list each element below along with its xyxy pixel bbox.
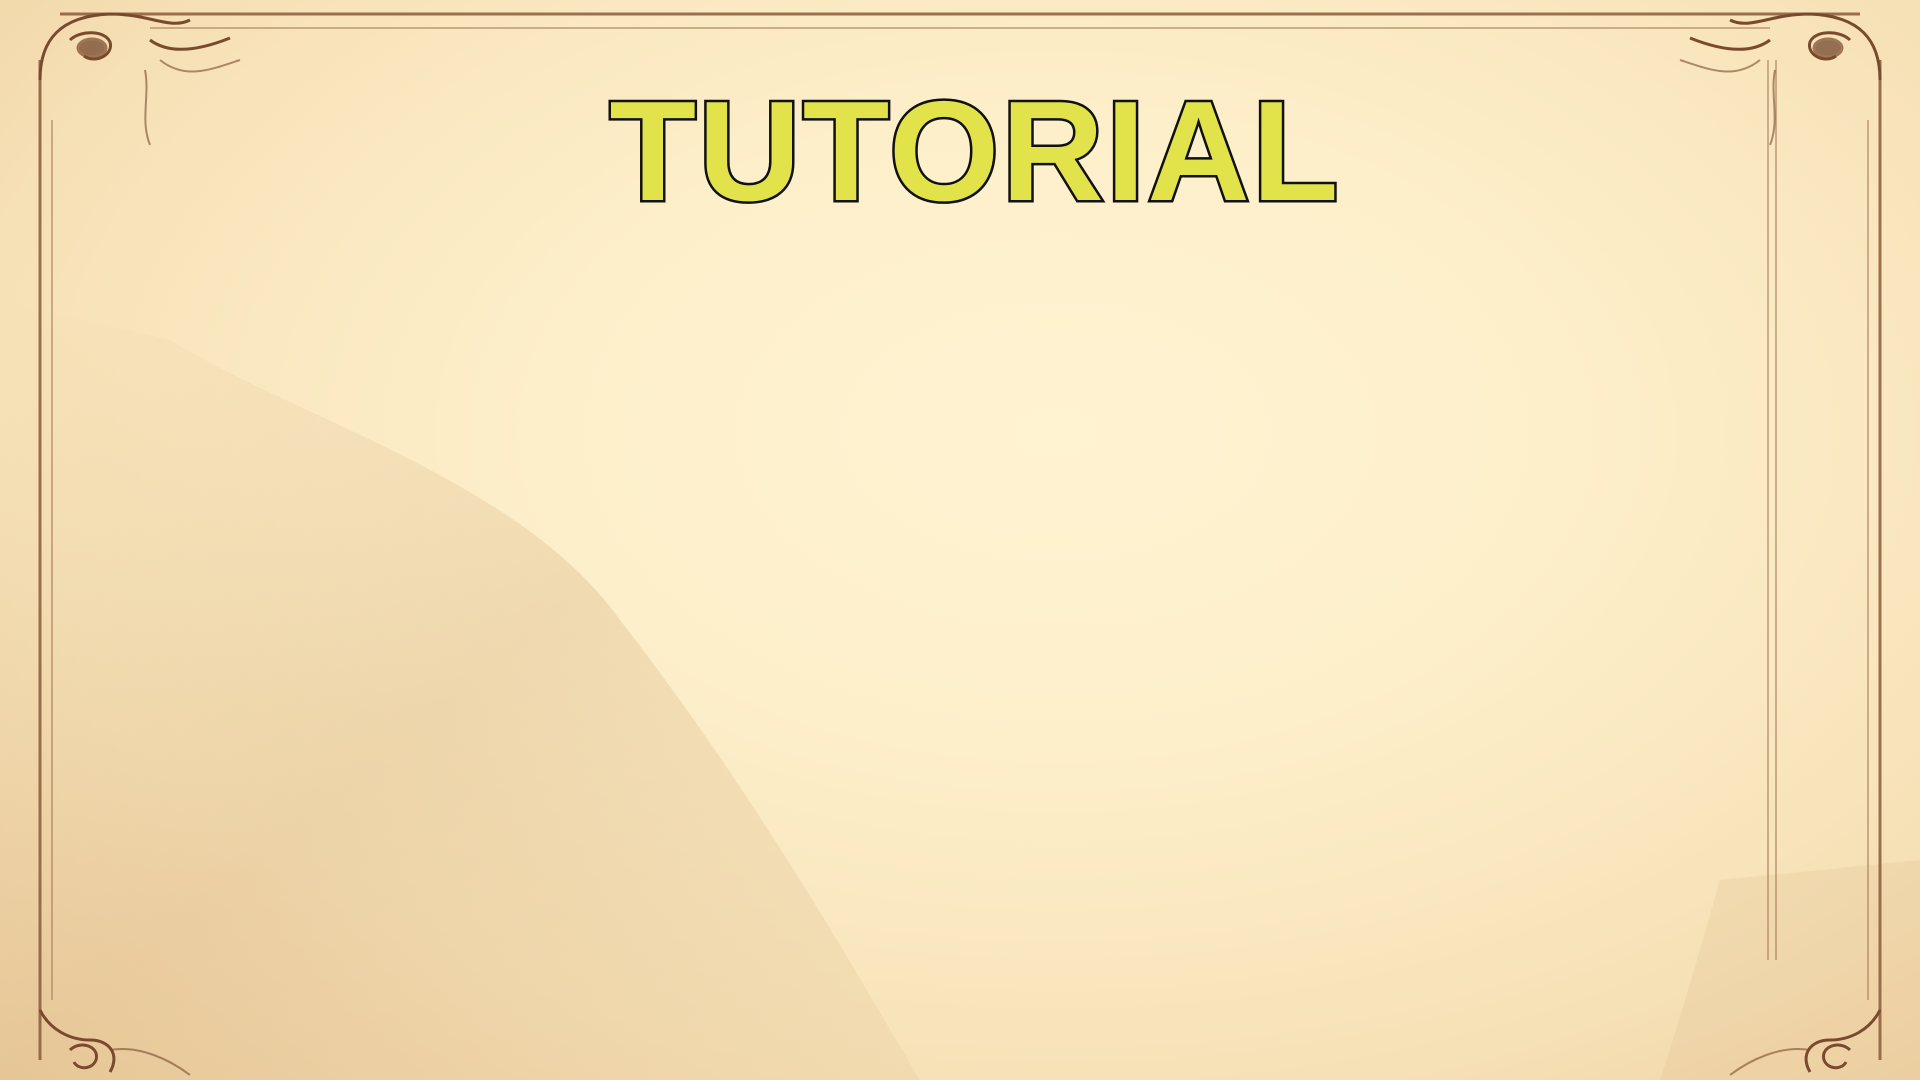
page-title: TUTORIAL bbox=[0, 78, 1920, 228]
page-title-text: TUTORIAL bbox=[609, 78, 1340, 228]
